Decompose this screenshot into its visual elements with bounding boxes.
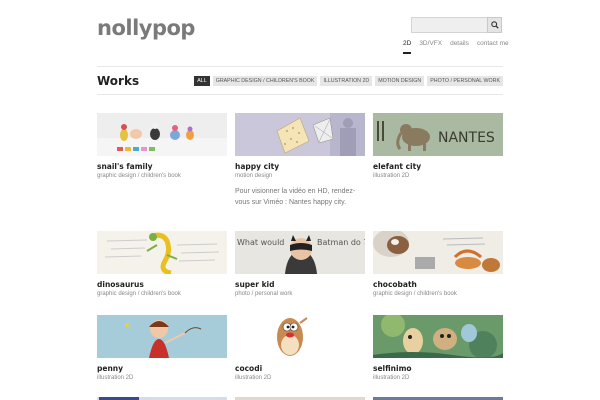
project-category: graphic design / children's book bbox=[97, 291, 181, 297]
project-title[interactable]: elefant city bbox=[373, 162, 503, 171]
project-category: illustration 2D bbox=[97, 375, 134, 381]
project-card-snails-family: snail's family graphic design / children… bbox=[97, 113, 227, 179]
project-thumbnail[interactable]: NANTES bbox=[373, 113, 503, 156]
project-description: Pour visionner la vidéo en HD, rendez-vo… bbox=[235, 188, 356, 206]
filter-all[interactable]: ALL bbox=[194, 76, 210, 86]
project-title[interactable]: selfinimo bbox=[373, 364, 503, 373]
project-title[interactable]: super kid bbox=[235, 280, 365, 289]
project-thumbnail[interactable] bbox=[97, 113, 227, 156]
search-input[interactable] bbox=[411, 17, 493, 33]
section-divider bbox=[97, 94, 503, 95]
project-thumbnail[interactable]: What would Batman do ? bbox=[235, 231, 365, 274]
project-card-penny: penny illustration 2D bbox=[97, 315, 227, 381]
project-thumbnail[interactable] bbox=[97, 315, 227, 358]
thumbnail-text-what-would: What would bbox=[237, 238, 284, 247]
project-title[interactable]: chocobath bbox=[373, 280, 503, 289]
project-card-dinosaurus: dinosaurus graphic design / children's b… bbox=[97, 231, 227, 297]
project-card-selfinimo: selfinimo illustration 2D bbox=[373, 315, 503, 381]
project-title[interactable]: happy city bbox=[235, 162, 365, 171]
nav-item-details[interactable]: details bbox=[450, 40, 469, 54]
site-logo[interactable]: nollypop bbox=[97, 16, 195, 40]
nav-item-2d[interactable]: 2D bbox=[403, 40, 412, 54]
nav-item-contact[interactable]: contact me bbox=[477, 40, 509, 54]
project-thumbnail[interactable] bbox=[373, 231, 503, 274]
project-thumbnail[interactable] bbox=[373, 315, 503, 358]
project-title[interactable]: snail's family bbox=[97, 162, 227, 171]
project-title[interactable]: dinosaurus bbox=[97, 280, 227, 289]
project-category: graphic design / children's book bbox=[373, 291, 457, 297]
project-thumbnail[interactable] bbox=[97, 231, 227, 274]
project-card-super-kid: What would Batman do ? super kid photo /… bbox=[235, 231, 365, 297]
filter-photo-personal[interactable]: PHOTO / PERSONAL WORK bbox=[427, 76, 503, 86]
project-category: photo / personal work bbox=[235, 291, 293, 297]
search-icon bbox=[490, 21, 499, 29]
thumbnail-text-batman: Batman do ? bbox=[317, 238, 365, 247]
header-divider bbox=[97, 66, 503, 67]
project-card-elefant-city: NANTES elefant city illustration 2D bbox=[373, 113, 503, 179]
section-title: Works bbox=[97, 74, 140, 88]
project-category: illustration 2D bbox=[373, 375, 410, 381]
project-card-cocodi: cocodi illustration 2D bbox=[235, 315, 365, 381]
nav-item-3d-vfx[interactable]: 3D/VFX bbox=[419, 40, 442, 54]
project-category: motion design bbox=[235, 173, 273, 179]
project-card-happy-city: happy city motion design Pour visionner … bbox=[235, 113, 365, 208]
search-button[interactable] bbox=[487, 17, 502, 33]
project-category: illustration 2D bbox=[373, 173, 410, 179]
filter-graphic-design[interactable]: GRAPHIC DESIGN / CHILDREN'S BOOK bbox=[212, 76, 318, 86]
project-title[interactable]: cocodi bbox=[235, 364, 365, 373]
filter-illustration-2d[interactable]: ILLUSTRATION 2D bbox=[320, 76, 373, 86]
project-title[interactable]: penny bbox=[97, 364, 227, 373]
project-category: illustration 2D bbox=[235, 375, 272, 381]
project-category: graphic design / children's book bbox=[97, 173, 181, 179]
project-thumbnail[interactable] bbox=[235, 315, 365, 358]
filter-bar: ALL GRAPHIC DESIGN / CHILDREN'S BOOK ILL… bbox=[194, 76, 503, 86]
project-card-chocobath: chocobath graphic design / children's bo… bbox=[373, 231, 503, 297]
project-thumbnail[interactable] bbox=[235, 113, 365, 156]
main-nav: 2D 3D/VFX details contact me bbox=[403, 40, 509, 54]
thumbnail-text-nantes: NANTES bbox=[438, 130, 495, 146]
filter-motion-design[interactable]: MOTION DESIGN bbox=[375, 76, 425, 86]
